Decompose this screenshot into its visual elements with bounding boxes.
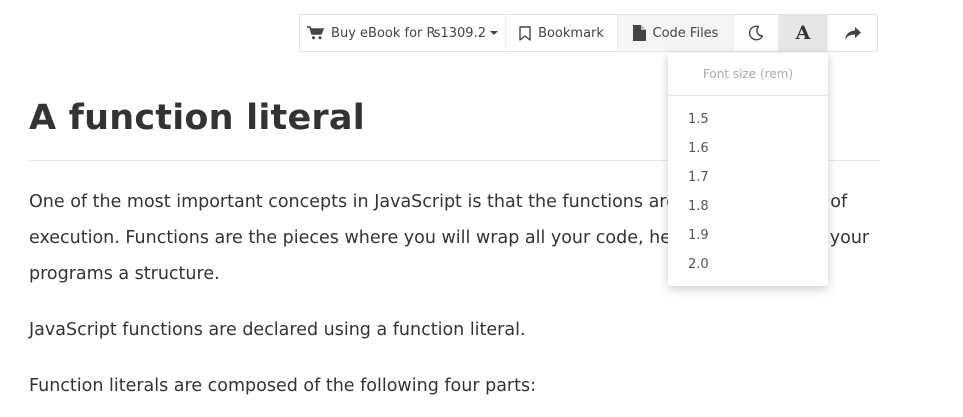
font-size-option[interactable]: 1.5 [668,105,828,134]
file-icon [632,25,646,41]
font-size-options: 1.5 1.6 1.7 1.8 1.9 2.0 [668,96,828,279]
font-size-option[interactable]: 1.9 [668,221,828,250]
share-icon [844,26,862,41]
font-size-icon: A [795,22,811,44]
book-toolbar: Buy eBook for ₨1309.2 Bookmark Code File… [299,14,878,52]
font-size-button[interactable]: A [779,15,828,51]
font-size-dropdown: Font size (rem) 1.5 1.6 1.7 1.8 1.9 2.0 [668,53,828,286]
font-size-option[interactable]: 1.6 [668,134,828,163]
moon-icon [748,25,764,41]
night-mode-button[interactable] [734,15,779,51]
paragraph: JavaScript functions are declared using … [29,320,526,340]
font-size-option[interactable]: 2.0 [668,250,828,279]
page-title: A function literal [29,98,365,138]
bookmark-icon [519,25,531,41]
bookmark-label: Bookmark [538,25,604,41]
bookmark-button[interactable]: Bookmark [506,15,618,51]
share-button[interactable] [828,15,877,51]
page: Buy eBook for ₨1309.2 Bookmark Code File… [0,0,963,417]
buy-ebook-label: Buy eBook for ₨1309.2 [331,25,486,41]
code-files-label: Code Files [652,25,719,41]
font-size-option[interactable]: 1.7 [668,163,828,192]
paragraph: Function literals are composed of the fo… [29,376,536,396]
font-size-menu-header: Font size (rem) [668,53,828,96]
cart-icon [307,26,325,40]
code-files-button[interactable]: Code Files [618,15,734,51]
buy-ebook-button[interactable]: Buy eBook for ₨1309.2 [300,15,506,51]
caret-down-icon [489,31,498,35]
font-size-option[interactable]: 1.8 [668,192,828,221]
